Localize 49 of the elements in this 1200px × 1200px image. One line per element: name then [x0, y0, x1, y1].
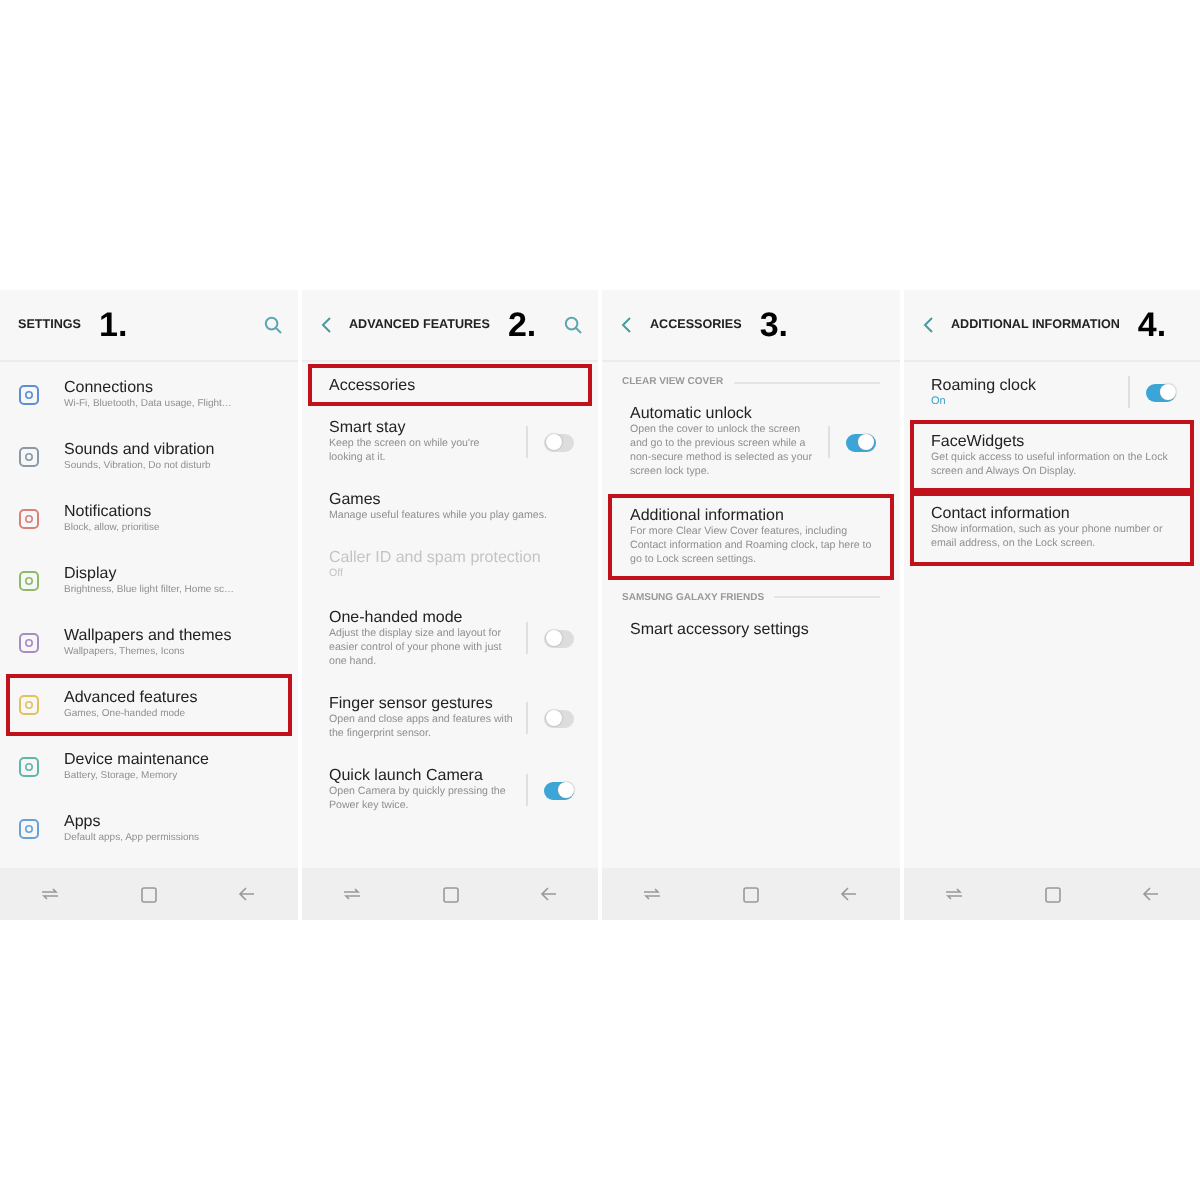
setting-title: Apps — [64, 812, 103, 831]
toggle-switch[interactable] — [1146, 383, 1176, 401]
setting-title: Games — [329, 490, 383, 509]
setting-title: Smart stay — [329, 418, 408, 436]
setting-title: Sounds and vibration — [64, 440, 217, 459]
step-number: 3. — [759, 305, 789, 345]
home-icon[interactable] — [742, 885, 761, 903]
setting-title: Device maintenance — [64, 750, 211, 769]
toggle-switch[interactable] — [544, 781, 574, 800]
setting-title: Wallpapers and themes — [64, 626, 234, 645]
back-arrow-icon[interactable] — [1141, 886, 1160, 902]
step-number: 4. — [1137, 305, 1167, 345]
back-chevron-icon[interactable] — [319, 316, 331, 334]
setting-title: Advanced features — [64, 688, 200, 707]
back-arrow-icon[interactable] — [840, 886, 859, 902]
setting-title: Automatic unlock — [630, 404, 754, 422]
back-arrow-icon[interactable] — [238, 886, 257, 902]
recent-apps-icon[interactable] — [341, 886, 362, 902]
back-arrow-icon[interactable] — [539, 886, 558, 902]
setting-title: One-handed mode — [329, 607, 465, 626]
setting-title: Accessories — [329, 376, 418, 394]
setting-title: Contact information — [931, 504, 1072, 523]
home-icon[interactable] — [1043, 885, 1062, 903]
recent-apps-icon[interactable] — [40, 886, 61, 902]
setting-title: FaceWidgets — [931, 432, 1027, 450]
search-icon[interactable] — [263, 316, 281, 334]
recent-apps-icon[interactable] — [943, 886, 964, 902]
setting-title: Display — [64, 564, 117, 583]
setting-title: Additional information — [630, 505, 786, 524]
setting-title: Smart accessory settings — [630, 619, 811, 638]
setting-title: Quick launch Camera — [329, 766, 485, 785]
back-chevron-icon[interactable] — [620, 316, 632, 334]
back-chevron-icon[interactable] — [921, 316, 933, 334]
home-icon[interactable] — [441, 885, 460, 903]
toggle-switch[interactable] — [845, 433, 875, 452]
step-number: 2. — [507, 305, 537, 345]
setting-title: Roaming clock — [931, 376, 1038, 394]
setting-title: Notifications — [64, 502, 154, 521]
setting-title: Finger sensor gestures — [329, 693, 495, 712]
search-icon[interactable] — [564, 316, 582, 334]
toggle-switch[interactable] — [544, 629, 574, 648]
setting-title: Connections — [64, 378, 155, 397]
settings-row[interactable]: Accessories — [307, 364, 592, 406]
toggle-switch[interactable] — [544, 433, 574, 452]
settings-row[interactable]: Smart accessory settings — [608, 607, 893, 650]
recent-apps-icon[interactable] — [642, 886, 663, 902]
toggle-switch[interactable] — [544, 709, 574, 728]
step-number: 1. — [99, 305, 128, 345]
home-icon[interactable] — [140, 885, 159, 903]
